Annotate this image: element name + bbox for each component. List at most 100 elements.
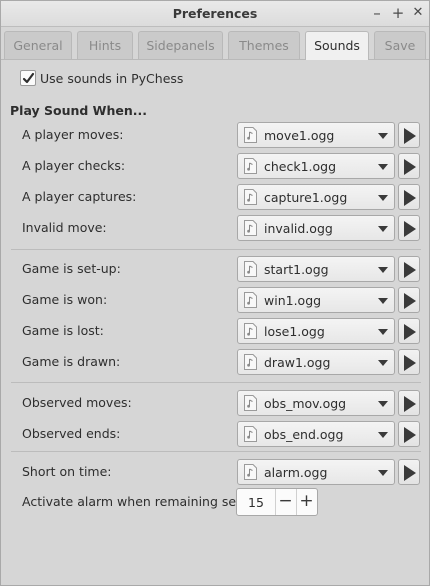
player-checks-label: A player checks: xyxy=(22,158,126,173)
title-bar[interactable]: Preferences – + ✕ xyxy=(1,1,429,27)
chevron-down-icon xyxy=(378,298,388,304)
sounds-panel: Use sounds in PyChess Play Sound When...… xyxy=(1,60,429,585)
selected-sound-file: obs_end.ogg xyxy=(264,427,344,442)
selected-sound-file: draw1.ogg xyxy=(264,355,331,370)
alarm-label: Activate alarm when remaining sec is: xyxy=(22,494,262,509)
audio-file-icon xyxy=(244,464,257,480)
separator xyxy=(11,249,421,250)
chevron-down-icon xyxy=(378,360,388,366)
selected-sound-file: capture1.ogg xyxy=(264,190,348,205)
game-won-label: Game is won: xyxy=(22,292,108,307)
game-won-sound-select[interactable]: win1.ogg xyxy=(237,287,395,313)
observed-moves-play-button[interactable] xyxy=(398,390,420,416)
selected-sound-file: alarm.ogg xyxy=(264,465,328,480)
game-drawn-sound-select[interactable]: draw1.ogg xyxy=(237,349,395,375)
player-moves-label: A player moves: xyxy=(22,127,124,142)
game-won-play-button[interactable] xyxy=(398,287,420,313)
player-checks-play-button[interactable] xyxy=(398,153,420,179)
chevron-down-icon xyxy=(378,329,388,335)
play-icon xyxy=(404,465,416,481)
invalid-move-label: Invalid move: xyxy=(22,220,107,235)
chevron-down-icon xyxy=(378,195,388,201)
audio-file-icon xyxy=(244,127,257,143)
selected-sound-file: check1.ogg xyxy=(264,159,337,174)
chevron-down-icon xyxy=(378,401,388,407)
play-icon xyxy=(404,396,416,412)
alarm-seconds-spinner[interactable]: 15 − + xyxy=(236,488,318,516)
separator xyxy=(11,382,421,383)
tab-hints[interactable]: Hints xyxy=(77,31,133,59)
play-icon xyxy=(404,190,416,206)
observed-ends-play-button[interactable] xyxy=(398,421,420,447)
audio-file-icon xyxy=(244,261,257,277)
player-checks-sound-select[interactable]: check1.ogg xyxy=(237,153,395,179)
checkmark-icon xyxy=(22,72,35,84)
observed-moves-sound-select[interactable]: obs_mov.ogg xyxy=(237,390,395,416)
game-lost-sound-select[interactable]: lose1.ogg xyxy=(237,318,395,344)
chevron-down-icon xyxy=(378,470,388,476)
short-on-time-play-button[interactable] xyxy=(398,459,420,485)
audio-file-icon xyxy=(244,323,257,339)
tab-general[interactable]: General xyxy=(4,31,72,59)
player-captures-play-button[interactable] xyxy=(398,184,420,210)
chevron-down-icon xyxy=(378,164,388,170)
game-setup-label: Game is set-up: xyxy=(22,261,121,276)
chevron-down-icon xyxy=(378,267,388,273)
minimize-button[interactable]: – xyxy=(368,4,386,22)
game-lost-label: Game is lost: xyxy=(22,323,104,338)
player-moves-play-button[interactable] xyxy=(398,122,420,148)
game-setup-sound-select[interactable]: start1.ogg xyxy=(237,256,395,282)
invalid-move-play-button[interactable] xyxy=(398,215,420,241)
game-lost-play-button[interactable] xyxy=(398,318,420,344)
decrement-button[interactable]: − xyxy=(275,489,295,515)
short-on-time-sound-select[interactable]: alarm.ogg xyxy=(237,459,395,485)
player-captures-sound-select[interactable]: capture1.ogg xyxy=(237,184,395,210)
selected-sound-file: obs_mov.ogg xyxy=(264,396,347,411)
audio-file-icon xyxy=(244,395,257,411)
increment-button[interactable]: + xyxy=(296,489,316,515)
play-icon xyxy=(404,324,416,340)
observed-ends-sound-select[interactable]: obs_end.ogg xyxy=(237,421,395,447)
audio-file-icon xyxy=(244,189,257,205)
play-icon xyxy=(404,221,416,237)
player-captures-label: A player captures: xyxy=(22,189,137,204)
audio-file-icon xyxy=(244,354,257,370)
selected-sound-file: win1.ogg xyxy=(264,293,322,308)
play-icon xyxy=(404,293,416,309)
use-sounds-checkbox[interactable] xyxy=(20,70,36,86)
use-sounds-label[interactable]: Use sounds in PyChess xyxy=(40,71,183,86)
play-icon xyxy=(404,355,416,371)
observed-moves-label: Observed moves: xyxy=(22,395,132,410)
tab-sidepanels[interactable]: Sidepanels xyxy=(138,31,223,59)
selected-sound-file: lose1.ogg xyxy=(264,324,325,339)
play-icon xyxy=(404,128,416,144)
tab-themes[interactable]: Themes xyxy=(228,31,300,59)
chevron-down-icon xyxy=(378,432,388,438)
audio-file-icon xyxy=(244,220,257,236)
audio-file-icon xyxy=(244,426,257,442)
separator xyxy=(11,451,421,452)
play-icon xyxy=(404,427,416,443)
audio-file-icon xyxy=(244,158,257,174)
short-on-time-label: Short on time: xyxy=(22,464,112,479)
play-icon xyxy=(404,262,416,278)
tab-sounds[interactable]: Sounds xyxy=(305,31,369,60)
game-setup-play-button[interactable] xyxy=(398,256,420,282)
invalid-move-sound-select[interactable]: invalid.ogg xyxy=(237,215,395,241)
maximize-button[interactable]: + xyxy=(389,4,407,22)
selected-sound-file: invalid.ogg xyxy=(264,221,333,236)
selected-sound-file: start1.ogg xyxy=(264,262,329,277)
alarm-seconds-value[interactable]: 15 xyxy=(248,495,264,510)
chevron-down-icon xyxy=(378,226,388,232)
player-moves-sound-select[interactable]: move1.ogg xyxy=(237,122,395,148)
window-title: Preferences xyxy=(172,6,258,21)
selected-sound-file: move1.ogg xyxy=(264,128,335,143)
preferences-window: Preferences – + ✕ General Hints Sidepane… xyxy=(0,0,430,586)
section-title: Play Sound When... xyxy=(10,103,147,118)
chevron-down-icon xyxy=(378,133,388,139)
observed-ends-label: Observed ends: xyxy=(22,426,121,441)
tab-save[interactable]: Save xyxy=(374,31,426,59)
close-button[interactable]: ✕ xyxy=(409,4,427,22)
game-drawn-play-button[interactable] xyxy=(398,349,420,375)
tab-bar: General Hints Sidepanels Themes Sounds S… xyxy=(1,31,429,60)
